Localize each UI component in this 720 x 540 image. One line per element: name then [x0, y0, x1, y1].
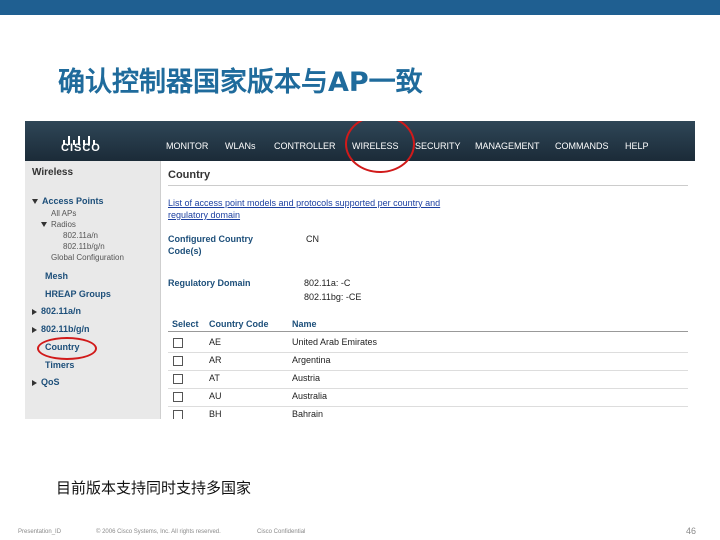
cisco-logo-text: CISCO — [61, 142, 101, 154]
sidebar-heading: Wireless — [32, 167, 74, 178]
menu-controller[interactable]: CONTROLLER — [274, 141, 336, 151]
main-panel: Country List of access point models and … — [160, 161, 695, 419]
page-title: Country — [168, 169, 211, 181]
sidebar-item-radio-a[interactable]: 802.11a/n — [63, 231, 98, 240]
footer-presentation-id: Presentation_ID — [18, 529, 62, 535]
country-code-cell: AE — [209, 337, 222, 347]
sidebar-item-hreap[interactable]: HREAP Groups — [45, 289, 111, 299]
country-code-cell: AT — [209, 373, 220, 383]
country-name-cell: Bahrain — [292, 409, 324, 419]
collapse-icon — [32, 379, 37, 386]
menu-management[interactable]: MANAGEMENT — [475, 141, 540, 151]
menu-commands[interactable]: COMMANDS — [555, 141, 609, 151]
row-select-checkbox[interactable] — [173, 374, 183, 384]
cisco-logo: CISCO — [57, 127, 119, 155]
table-row: AE United Arab Emirates — [161, 335, 695, 353]
collapse-icon — [32, 308, 37, 315]
row-select-checkbox[interactable] — [173, 392, 183, 402]
row-select-checkbox[interactable] — [173, 356, 183, 366]
expand-icon — [41, 222, 47, 228]
menu-wlans[interactable]: WLANs — [225, 141, 256, 151]
col-select-header: Select — [172, 319, 199, 329]
sidebar-item-timers[interactable]: Timers — [45, 360, 74, 370]
regulatory-domain-bg: 802.11bg: -CE — [304, 292, 362, 302]
sidebar-item-qos[interactable]: QoS — [32, 377, 60, 387]
country-highlight-circle — [37, 337, 97, 360]
sidebar-item-radio-bg[interactable]: 802.11b/g/n — [63, 242, 105, 251]
slide-top-bar — [0, 0, 720, 15]
country-name-cell: United Arab Emirates — [292, 337, 378, 347]
row-select-checkbox[interactable] — [173, 410, 183, 419]
page-number: 46 — [685, 526, 696, 536]
collapse-icon — [32, 326, 37, 333]
sidebar-item-access-points[interactable]: Access Points — [32, 196, 104, 206]
sidebar-item-80211a[interactable]: 802.11a/n — [32, 306, 81, 316]
menu-security[interactable]: SECURITY — [415, 141, 461, 151]
wlc-screenshot: CISCO MONITOR WLANs CONTROLLER WIRELESS … — [25, 121, 695, 419]
country-name-cell: Argentina — [292, 355, 331, 365]
sidebar-item-80211bg[interactable]: 802.11b/g/n — [32, 324, 90, 334]
sidebar-item-mesh[interactable]: Mesh — [45, 271, 68, 281]
country-code-cell: BH — [209, 409, 222, 419]
country-support-link[interactable]: List of access point models and protocol… — [168, 197, 468, 221]
regulatory-domain-a: 802.11a: -C — [304, 278, 351, 288]
regulatory-domain-label: Regulatory Domain — [168, 278, 251, 288]
expand-icon — [32, 199, 38, 205]
title-divider — [168, 185, 688, 186]
country-name-cell: Australia — [292, 391, 328, 401]
configured-country-label: Configured Country Code(s) — [168, 234, 253, 256]
col-country-code-header: Country Code — [209, 319, 269, 329]
table-row: BH Bahrain — [161, 407, 695, 419]
footer-confidential: Cisco Confidential — [257, 529, 306, 535]
sidebar-item-global-config[interactable]: Global Configuration — [51, 253, 124, 262]
menu-monitor[interactable]: MONITOR — [166, 141, 208, 151]
col-name-header: Name — [292, 319, 317, 329]
slide-title: 确认控制器国家版本与AP一致 — [58, 67, 423, 98]
table-header-divider — [168, 331, 688, 332]
table-row: AT Austria — [161, 371, 695, 389]
country-code-cell: AR — [209, 355, 222, 365]
table-row: AU Australia — [161, 389, 695, 407]
sidebar: Wireless Access Points All APs Radios 80… — [25, 161, 160, 419]
slide-caption: 目前版本支持同时支持多国家 — [56, 479, 252, 497]
table-row: AR Argentina — [161, 353, 695, 371]
country-name-cell: Austria — [292, 373, 321, 383]
row-select-checkbox[interactable] — [173, 338, 183, 348]
sidebar-item-radios[interactable]: Radios — [41, 220, 76, 229]
configured-country-value: CN — [306, 234, 319, 244]
sidebar-item-all-aps[interactable]: All APs — [51, 209, 76, 218]
footer-copyright: © 2006 Cisco Systems, Inc. All rights re… — [96, 529, 221, 535]
menu-help[interactable]: HELP — [625, 141, 649, 151]
country-code-cell: AU — [209, 391, 222, 401]
